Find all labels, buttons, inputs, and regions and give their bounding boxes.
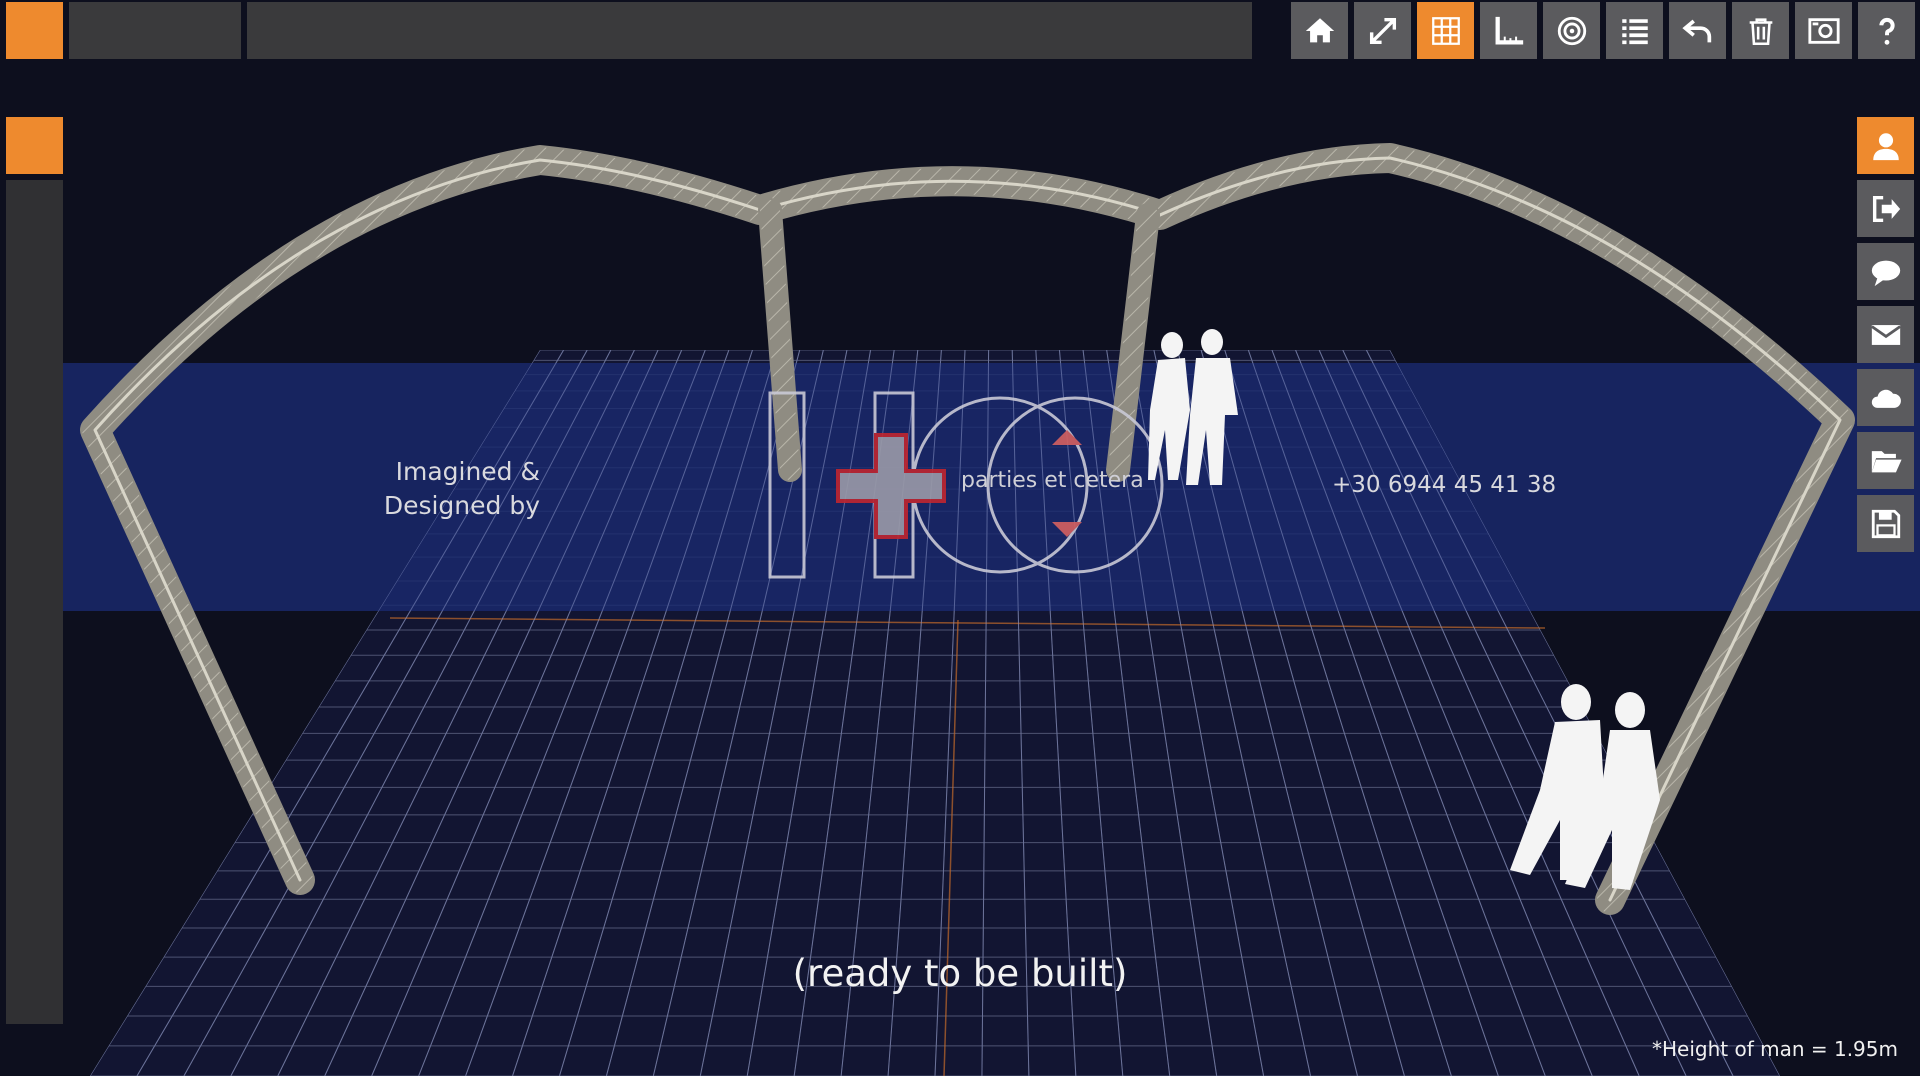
phone-number: +30 6944 45 41 38	[1332, 472, 1557, 498]
left-panel[interactable]	[6, 180, 63, 1024]
user-icon	[1872, 132, 1899, 160]
share-button[interactable]	[1857, 180, 1914, 237]
brand-text: parties et cetera	[961, 468, 1144, 493]
designed-by-label: Imagined & Designed by	[370, 455, 540, 523]
address-field[interactable]	[247, 2, 1252, 59]
cloud-icon	[1871, 389, 1901, 408]
delete-button[interactable]	[1732, 2, 1789, 59]
height-footnote: *Height of man = 1.95m	[1651, 1037, 1898, 1061]
undo-button[interactable]	[1669, 2, 1726, 59]
mail-icon	[1870, 324, 1901, 345]
share-icon	[1872, 195, 1900, 222]
measure-button[interactable]	[1480, 2, 1537, 59]
open-button[interactable]	[1857, 432, 1914, 489]
home-icon	[1305, 17, 1334, 42]
fullscreen-button[interactable]	[1354, 2, 1411, 59]
ruler-icon	[1495, 16, 1523, 44]
screenshot-button[interactable]	[1795, 2, 1852, 59]
chat-icon	[1871, 260, 1900, 286]
help-icon	[1878, 17, 1895, 45]
cloud-button[interactable]	[1857, 369, 1914, 426]
imagined-line: Imagined &	[395, 457, 540, 486]
menu-button[interactable]	[6, 2, 63, 59]
left-panel-toggle[interactable]	[6, 117, 63, 174]
mail-button[interactable]	[1857, 306, 1914, 363]
list-icon	[1621, 18, 1648, 44]
help-button[interactable]	[1858, 2, 1915, 59]
list-button[interactable]	[1606, 2, 1663, 59]
folder-open-icon	[1871, 450, 1902, 472]
grid-toggle-button[interactable]	[1417, 2, 1474, 59]
chat-button[interactable]	[1857, 243, 1914, 300]
user-button[interactable]	[1857, 117, 1914, 174]
camera-icon	[1807, 17, 1840, 44]
save-icon	[1871, 509, 1900, 538]
trash-icon	[1749, 17, 1772, 45]
home-button[interactable]	[1291, 2, 1348, 59]
designed-line: Designed by	[383, 491, 540, 520]
project-name-field[interactable]	[69, 2, 241, 59]
undo-icon	[1681, 19, 1711, 42]
3d-viewport[interactable]	[0, 0, 1920, 1076]
expand-icon	[1369, 17, 1396, 44]
target-icon	[1557, 16, 1586, 45]
grid-icon	[1431, 16, 1460, 45]
save-button[interactable]	[1857, 495, 1914, 552]
target-button[interactable]	[1543, 2, 1600, 59]
caption: (ready to be built)	[792, 952, 1128, 995]
